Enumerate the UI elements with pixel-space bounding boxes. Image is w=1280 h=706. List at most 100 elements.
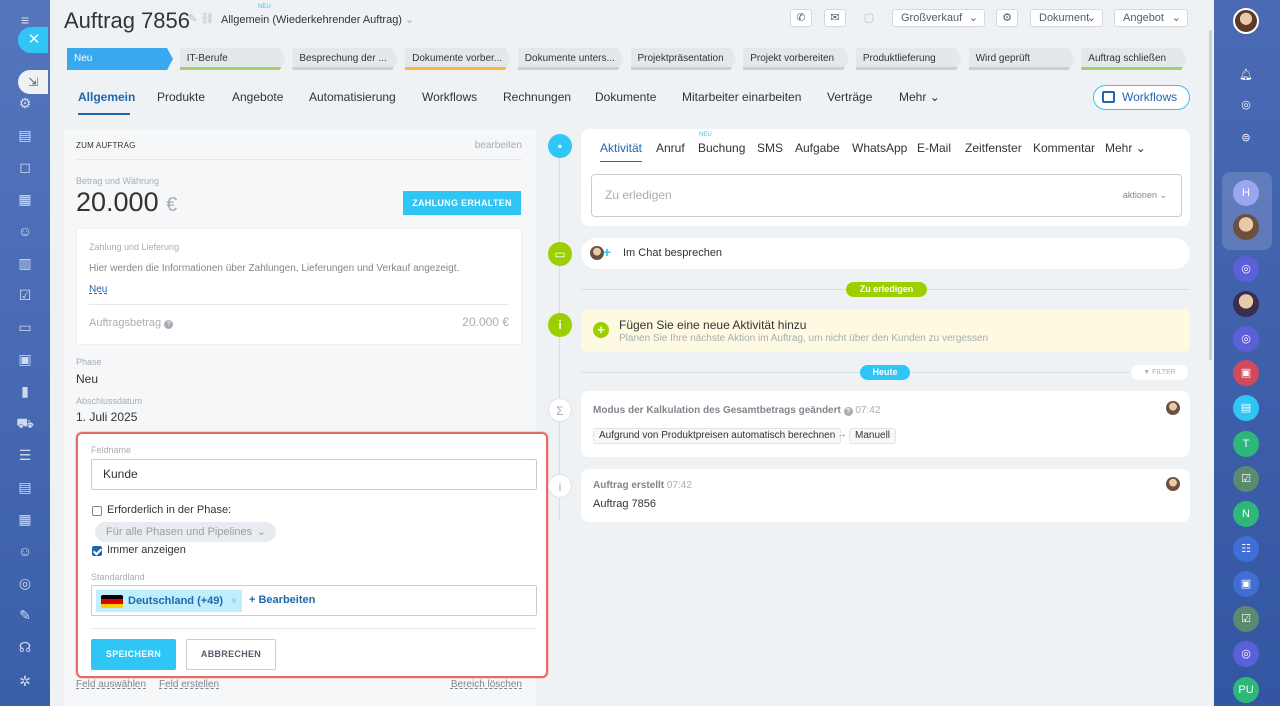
workflows-button[interactable]: Workflows bbox=[1093, 85, 1190, 110]
stage-2[interactable]: IT-Berufe bbox=[180, 48, 286, 70]
sales-mode-select[interactable]: Großverkauf ⌄ bbox=[892, 9, 985, 27]
settings-icon[interactable]: ✲ bbox=[16, 673, 34, 689]
tab-dokumente[interactable]: Dokumente bbox=[595, 90, 656, 104]
analytics-icon[interactable]: ▮ bbox=[16, 383, 34, 399]
tab-sms[interactable]: SMS bbox=[757, 141, 783, 155]
phase-value[interactable]: Neu bbox=[76, 372, 98, 386]
cancel-button[interactable]: ABBRECHEN bbox=[186, 639, 276, 670]
chat-openlines-icon[interactable]: ◎ bbox=[1233, 256, 1259, 282]
calendar-icon[interactable]: ▦ bbox=[16, 191, 34, 207]
tab-mitarbeiter[interactable]: Mitarbeiter einarbeiten bbox=[682, 90, 801, 104]
save-button[interactable]: SPEICHERN bbox=[91, 639, 176, 670]
sites-icon[interactable]: ▣ bbox=[16, 351, 34, 367]
tab-automatisierung[interactable]: Automatisierung bbox=[309, 90, 396, 104]
remove-chip-icon[interactable]: × bbox=[231, 590, 237, 612]
chat-tasks-icon[interactable]: ☑ bbox=[1233, 466, 1259, 492]
tab-aufgabe[interactable]: Aufgabe bbox=[795, 141, 840, 155]
scrollbar[interactable] bbox=[1209, 30, 1212, 360]
field-name-input[interactable]: Kunde bbox=[91, 459, 537, 490]
tab-zeitfenster[interactable]: Zeitfenster bbox=[965, 141, 1022, 155]
edit-link-icons[interactable]: ✎ ⛓ bbox=[188, 12, 214, 25]
target-icon[interactable]: ◎ bbox=[16, 575, 34, 591]
inventory-icon[interactable]: ▤ bbox=[16, 479, 34, 495]
author-avatar[interactable] bbox=[1166, 401, 1180, 415]
edit-section-link[interactable]: bearbeiten bbox=[475, 140, 522, 151]
tab-mehr[interactable]: Mehr ⌄ bbox=[899, 90, 940, 104]
chat-tasks-icon-2[interactable]: ☑ bbox=[1233, 606, 1259, 632]
minimize-slider-button[interactable]: ⇲ bbox=[18, 70, 48, 94]
always-show-checkbox[interactable] bbox=[92, 546, 102, 556]
add-activity-banner[interactable]: + Fügen Sie eine neue Aktivität hinzu Pl… bbox=[581, 309, 1190, 352]
crm-icon[interactable]: ▭ bbox=[16, 319, 34, 335]
stage-5[interactable]: Dokumente unters... bbox=[518, 48, 624, 70]
close-date-value[interactable]: 1. Juli 2025 bbox=[76, 410, 137, 424]
tab-vertraege[interactable]: Verträge bbox=[827, 90, 872, 104]
stage-7[interactable]: Projekt vorbereiten bbox=[743, 48, 849, 70]
message-icon[interactable]: ▢ bbox=[858, 9, 880, 27]
documents-icon[interactable]: ▥ bbox=[16, 255, 34, 271]
todo-input[interactable]: Zu erledigen aktionen ⌄ bbox=[591, 174, 1182, 217]
tab-email[interactable]: E-Mail bbox=[917, 141, 951, 155]
tab-angebote[interactable]: Angebote bbox=[232, 90, 283, 104]
default-country-select[interactable]: Deutschland (+49) × + Bearbeiten bbox=[91, 585, 537, 616]
search-chat-icon[interactable]: ⊜ bbox=[1233, 125, 1259, 151]
receive-payment-button[interactable]: ZAHLUNG ERHALTEN bbox=[403, 191, 521, 215]
filter-button[interactable]: ▼ FILTER bbox=[1131, 365, 1188, 380]
tab-buchung[interactable]: Buchung bbox=[698, 141, 745, 155]
created-deal-name[interactable]: Auftrag 7856 bbox=[593, 498, 656, 510]
phone-icon[interactable]: ✆ bbox=[790, 9, 812, 27]
filter-icon[interactable]: ☰ bbox=[16, 447, 34, 463]
tab-produkte[interactable]: Produkte bbox=[157, 90, 205, 104]
chat-locked-icon-2[interactable]: ▣ bbox=[1233, 571, 1259, 597]
gear-icon[interactable]: ⚙ bbox=[996, 9, 1018, 27]
required-checkbox[interactable] bbox=[92, 506, 102, 516]
document-dropdown[interactable]: Dokument ⌄ bbox=[1030, 9, 1103, 27]
chat-discuss-row[interactable]: + Im Chat besprechen bbox=[581, 238, 1190, 269]
author-avatar[interactable] bbox=[1166, 477, 1180, 491]
stage-3[interactable]: Besprechung der ... bbox=[292, 48, 398, 70]
actions-dropdown[interactable]: aktionen ⌄ bbox=[1123, 175, 1167, 216]
offer-dropdown[interactable]: Angebot ⌄ bbox=[1114, 9, 1188, 27]
chat-avatar-pu[interactable]: PU bbox=[1233, 677, 1259, 703]
select-field-link[interactable]: Feld auswählen bbox=[76, 679, 146, 690]
stage-10[interactable]: Auftrag schließen bbox=[1081, 48, 1187, 70]
feed-icon[interactable]: ▤ bbox=[16, 127, 34, 143]
create-field-link[interactable]: Feld erstellen bbox=[159, 679, 219, 690]
tasks-icon[interactable]: ⚙ bbox=[16, 95, 34, 111]
menu-icon[interactable]: ≡ bbox=[16, 12, 34, 28]
stage-8[interactable]: Produktlieferung bbox=[856, 48, 962, 70]
stage-1[interactable]: Neu bbox=[67, 48, 173, 70]
edit-icon[interactable]: ✎ bbox=[16, 607, 34, 623]
chat-avatar-woman[interactable] bbox=[1233, 291, 1259, 317]
chat-openlines-icon-2[interactable]: ◎ bbox=[1233, 326, 1259, 352]
country-chip[interactable]: Deutschland (+49) × bbox=[96, 590, 242, 612]
chat-openlines-icon-3[interactable]: ◎ bbox=[1233, 641, 1259, 667]
pipeline-selector[interactable]: Allgemein (Wiederkehrender Auftrag) ⌄ bbox=[221, 13, 414, 26]
delete-section-link[interactable]: Bereich löschen bbox=[451, 679, 522, 690]
headset-icon[interactable]: ☊ bbox=[16, 639, 34, 655]
tab-allgemein[interactable]: Allgemein bbox=[78, 90, 135, 104]
tab-aktivitaet[interactable]: Aktivität bbox=[600, 141, 642, 155]
checklist-icon[interactable]: ☑ bbox=[16, 287, 34, 303]
chat-locked-icon[interactable]: ▣ bbox=[1233, 360, 1259, 386]
chat-avatar-n[interactable]: N bbox=[1233, 501, 1259, 527]
contacts-icon[interactable]: ☺ bbox=[16, 223, 34, 239]
pulse-icon[interactable]: ◎ bbox=[1233, 92, 1259, 118]
payment-new-link[interactable]: Neu bbox=[89, 284, 107, 295]
stage-4[interactable]: Dokumente vorber... bbox=[405, 48, 511, 70]
chat-group-icon[interactable]: ☷ bbox=[1233, 536, 1259, 562]
chat-avatar-t[interactable]: T bbox=[1233, 431, 1259, 457]
mail-icon[interactable]: ✉ bbox=[824, 9, 846, 27]
stage-6[interactable]: Projektpräsentation bbox=[631, 48, 737, 70]
tab-kommentar[interactable]: Kommentar bbox=[1033, 141, 1095, 155]
stage-9[interactable]: Wird geprüft bbox=[969, 48, 1075, 70]
amount-value[interactable]: 20.000 € bbox=[76, 187, 177, 218]
help-icon[interactable]: ? bbox=[843, 407, 853, 416]
tab-workflows[interactable]: Workflows bbox=[422, 90, 477, 104]
edit-country-link[interactable]: + Bearbeiten bbox=[249, 594, 315, 606]
shop-icon[interactable]: ⛟ bbox=[16, 415, 34, 431]
tab-more[interactable]: Mehr ⌄ bbox=[1105, 141, 1146, 155]
close-slider-button[interactable]: ✕ bbox=[18, 27, 48, 53]
notifications-icon[interactable]: 🔔︎ bbox=[1233, 62, 1259, 88]
schedule-icon[interactable]: ▦ bbox=[16, 511, 34, 527]
